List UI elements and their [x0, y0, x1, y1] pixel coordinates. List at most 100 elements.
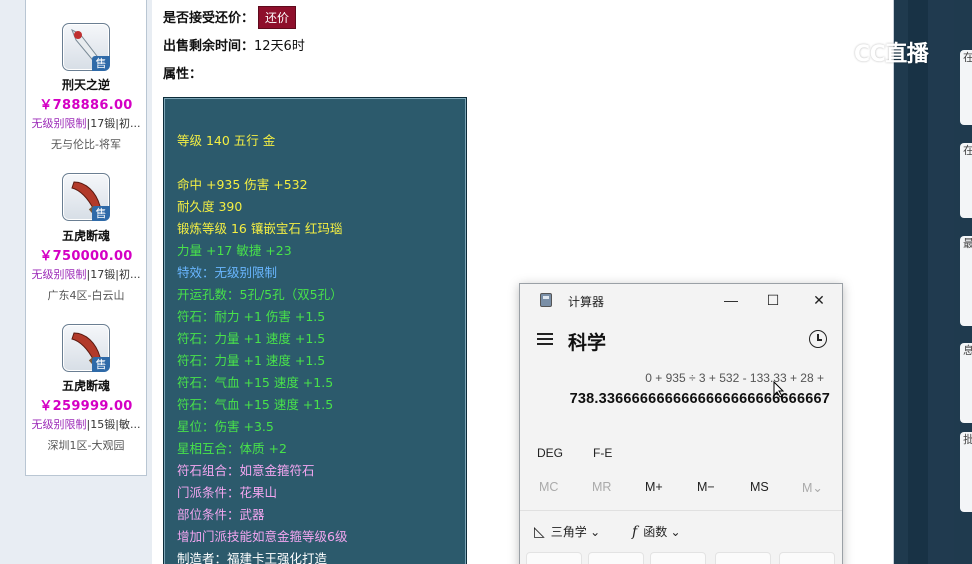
- attribute-line: 特效：无级别限制: [177, 265, 278, 280]
- memory-store-button[interactable]: MS: [750, 480, 769, 494]
- attributes-box: 等级 140 五行 金命中 +935 伤害 +532 耐久度 390 锻炼等级 16…: [163, 97, 467, 564]
- sell-badge: 售: [92, 206, 110, 221]
- attribute-line: 符石：耐力 +1 伤害 +1.5: [177, 309, 326, 324]
- calc-key[interactable]: [779, 552, 835, 564]
- cc-logo-icon: [815, 33, 851, 69]
- calc-key[interactable]: [588, 552, 644, 564]
- sell-badge: 售: [92, 357, 110, 372]
- time-left-label: 出售剩余时间：: [163, 39, 255, 54]
- watermark-text: CC直播: [854, 42, 929, 67]
- listing-item[interactable]: 售 五虎断魂 ￥750000.00 无级别限制|17锻|初... 广东4区-白云…: [26, 149, 146, 302]
- scroll-gutter: [908, 0, 928, 564]
- cc-live-watermark: CC直播: [814, 32, 944, 70]
- side-card[interactable]: 批: [960, 432, 972, 512]
- item-tag-effect: 无级别限制: [31, 268, 87, 281]
- calculator-app-icon: [540, 293, 552, 307]
- attribute-line: 符石：气血 +15 速度 +1.5: [177, 397, 334, 412]
- attribute-line: 星相互合：体质 +2: [177, 441, 287, 456]
- right-side-panel: 在 在 最 息 批: [894, 0, 972, 564]
- item-tag-extra: |初...: [115, 268, 141, 281]
- attribute-line: 锻炼等级 16 镶嵌宝石 红玛瑙: [177, 221, 343, 236]
- deg-toggle[interactable]: DEG: [537, 446, 563, 460]
- fe-toggle[interactable]: F-E: [593, 446, 612, 460]
- item-tag-extra: |初...: [115, 117, 141, 130]
- item-name[interactable]: 刑天之逆: [26, 76, 146, 93]
- calculator-window[interactable]: 计算器 — ☐ ✕ 科学 0 + 935 ÷ 3 + 532 - 133.33 …: [519, 283, 843, 564]
- side-card-text: 在: [963, 51, 972, 64]
- memory-list-button[interactable]: M⌄: [802, 480, 823, 495]
- maximize-button[interactable]: ☐: [763, 290, 783, 310]
- item-price: ￥788886.00: [39, 98, 133, 113]
- trigonometry-label: 三角学 ⌄: [550, 525, 601, 539]
- item-name[interactable]: 五虎断魂: [26, 227, 146, 244]
- item-server: 深圳1区-大观园: [47, 439, 125, 452]
- attribute-line: 符石：气血 +15 速度 +1.5: [177, 375, 334, 390]
- trigonometry-icon: ◺: [534, 524, 545, 540]
- accept-counter-label: 是否接受还价：: [163, 11, 255, 26]
- attribute-line: 力量 +17 敏捷 +23: [177, 243, 292, 258]
- side-card[interactable]: 息: [960, 343, 972, 423]
- weapon-thumbnail[interactable]: 售: [62, 173, 110, 221]
- item-price: ￥750000.00: [39, 249, 133, 264]
- attribute-line: 耐久度 390: [177, 199, 243, 214]
- attribute-line: 开运孔数：5孔/5孔（双5孔）: [177, 287, 343, 302]
- item-tag-forge: |17锻: [86, 117, 116, 130]
- listing-sidebar: 售 刑天之逆 ￥788886.00 无级别限制|17锻|初... 无与伦比-将军…: [25, 0, 147, 476]
- attribute-line: 命中 +935 伤害 +532: [177, 177, 308, 192]
- attribute-line: 部位条件：武器: [177, 507, 265, 522]
- side-card[interactable]: 在: [960, 50, 972, 125]
- mouse-cursor-icon: [773, 381, 785, 398]
- time-left-row: 出售剩余时间：12天6时: [163, 35, 305, 54]
- listing-item[interactable]: 售 刑天之逆 ￥788886.00 无级别限制|17锻|初... 无与伦比-将军: [26, 0, 146, 159]
- history-icon[interactable]: [809, 330, 827, 348]
- close-button[interactable]: ✕: [809, 290, 829, 310]
- side-card-text: 息: [963, 344, 972, 357]
- calc-key[interactable]: [650, 552, 706, 564]
- trigonometry-dropdown[interactable]: ◺ 三角学 ⌄: [534, 523, 600, 540]
- item-name[interactable]: 五虎断魂: [26, 377, 146, 394]
- side-card[interactable]: 在: [960, 143, 972, 218]
- calc-key[interactable]: [526, 552, 582, 564]
- attribute-line: 等级 140 五行 金: [177, 133, 276, 148]
- attribute-line: 制造者：福建卡王强化打造: [177, 551, 328, 564]
- counter-offer-button[interactable]: 还价: [258, 6, 297, 29]
- calc-key[interactable]: [715, 552, 771, 564]
- item-tags: 无级别限制|17锻|初...: [26, 266, 146, 282]
- side-card-text: 在: [963, 144, 972, 157]
- time-left-value: 12天6时: [254, 39, 305, 54]
- item-price: ￥259999.00: [39, 399, 133, 414]
- attribute-line: 符石组合：如意金箍符石: [177, 463, 315, 478]
- functions-dropdown[interactable]: f 函数 ⌄: [632, 523, 681, 540]
- calculator-result: 738.3366666666666666666666666667: [569, 391, 830, 407]
- attribute-line: 符石：力量 +1 速度 +1.5: [177, 331, 326, 346]
- hamburger-menu-icon[interactable]: [537, 333, 553, 347]
- memory-recall-button[interactable]: MR: [592, 480, 611, 494]
- side-divider: [928, 0, 954, 564]
- accept-counter-row: 是否接受还价： 还价: [163, 6, 297, 29]
- minimize-button[interactable]: —: [721, 290, 741, 310]
- calculator-title: 计算器: [568, 295, 605, 309]
- calculator-mode-title: 科学: [568, 333, 607, 354]
- memory-subtract-button[interactable]: M−: [697, 480, 715, 494]
- item-tag-effect: 无级别限制: [31, 117, 87, 130]
- item-tag-forge: |17锻: [86, 268, 116, 281]
- side-card[interactable]: 最: [960, 236, 972, 326]
- listing-item[interactable]: 售 五虎断魂 ￥259999.00 无级别限制|15锻|敏... 深圳1区-大观…: [26, 300, 146, 460]
- memory-add-button[interactable]: M+: [645, 480, 663, 494]
- functions-label: 函数 ⌄: [643, 525, 681, 539]
- calculator-expression: 0 + 935 ÷ 3 + 532 - 133.33 + 28 +: [645, 371, 824, 385]
- weapon-thumbnail[interactable]: 售: [62, 324, 110, 372]
- attribute-line: 增加门派技能如意金箍等级6级: [177, 529, 348, 544]
- side-card-text: 批: [963, 433, 972, 446]
- attribute-line: 门派条件：花果山: [177, 485, 278, 500]
- attributes-label: 属性：: [163, 67, 203, 82]
- attribute-line: 符石：力量 +1 速度 +1.5: [177, 353, 326, 368]
- calculator-titlebar[interactable]: 计算器 — ☐ ✕: [520, 284, 842, 316]
- function-icon: f: [632, 524, 638, 540]
- item-tags: 无级别限制|17锻|初...: [26, 115, 146, 131]
- item-tag-forge: |15锻: [86, 418, 116, 431]
- item-tags: 无级别限制|15锻|敏...: [26, 416, 146, 432]
- memory-clear-button[interactable]: MC: [539, 480, 558, 494]
- side-card-text: 最: [963, 237, 972, 250]
- weapon-thumbnail[interactable]: 售: [62, 23, 110, 71]
